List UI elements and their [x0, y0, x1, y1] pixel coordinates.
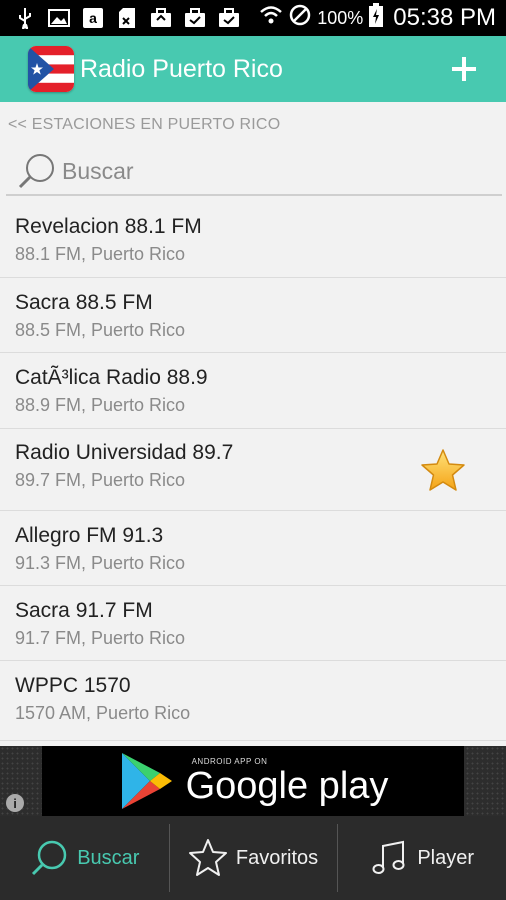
list-item[interactable]: Sacra 88.5 FM 88.5 FM, Puerto Rico — [0, 278, 506, 353]
search-bar — [6, 148, 502, 196]
system-status: 100% 05:38 PM — [259, 3, 506, 33]
nav-label: Favoritos — [235, 846, 319, 869]
image-icon — [48, 7, 70, 29]
nav-favoritos[interactable]: Favoritos — [168, 816, 338, 900]
station-name: Sacra 91.7 FM — [15, 599, 153, 622]
list-item[interactable]: CatÃ³lica Radio 88.9 88.9 FM, Puerto Ric… — [0, 353, 506, 429]
battery-charging-icon — [369, 3, 384, 33]
ad-banner: ANDROID APP ON Google play i — [0, 746, 506, 816]
nav-label: Player — [417, 846, 475, 869]
app-title: Radio Puerto Rico — [80, 54, 283, 83]
music-note-icon — [369, 838, 409, 878]
station-list: Revelacion 88.1 FM 88.1 FM, Puerto Rico … — [0, 202, 506, 746]
svg-text:a: a — [89, 10, 97, 26]
list-item[interactable]: Revelacion 88.1 FM 88.1 FM, Puerto Rico — [0, 202, 506, 278]
station-name: CatÃ³lica Radio 88.9 — [15, 366, 208, 389]
battery-percent: 100% — [317, 7, 364, 28]
bottom-navigation: Buscar Favoritos Player — [0, 816, 506, 900]
station-frequency: 91.7 FM, Puerto Rico — [15, 628, 186, 648]
favorite-star-icon[interactable] — [420, 448, 466, 494]
amazon-icon: a — [82, 7, 104, 29]
info-icon[interactable]: i — [6, 794, 24, 812]
search-icon — [29, 838, 69, 878]
station-frequency: 1570 AM, Puerto Rico — [15, 703, 191, 723]
star-outline-icon — [188, 838, 228, 878]
list-item[interactable]: Radio Universidad 89.7 89.7 FM, Puerto R… — [0, 429, 506, 511]
google-play-ad[interactable]: ANDROID APP ON Google play — [42, 746, 464, 816]
add-station-button[interactable] — [444, 49, 484, 89]
station-frequency: 88.9 FM, Puerto Rico — [15, 395, 186, 415]
no-signal-icon — [289, 4, 311, 32]
sd-card-icon — [116, 7, 138, 29]
station-frequency: 88.5 FM, Puerto Rico — [15, 320, 186, 340]
briefcase-check-icon — [218, 7, 240, 29]
nav-label: Buscar — [77, 846, 140, 869]
station-name: Allegro FM 91.3 — [15, 524, 164, 547]
station-name: WPPC 1570 — [15, 674, 131, 697]
list-item[interactable]: WPPC 1570 1570 AM, Puerto Rico — [0, 661, 506, 741]
back-to-stations-link[interactable]: << ESTACIONES EN PUERTO RICO — [8, 116, 280, 134]
puerto-rico-flag-icon — [28, 46, 74, 92]
briefcase-check-icon — [184, 7, 206, 29]
usb-icon — [14, 7, 36, 29]
list-item[interactable]: Allegro FM 91.3 91.3 FM, Puerto Rico — [0, 511, 506, 586]
station-name: Sacra 88.5 FM — [15, 291, 153, 314]
station-frequency: 88.1 FM, Puerto Rico — [15, 244, 186, 264]
clock: 05:38 PM — [393, 4, 496, 31]
nav-buscar[interactable]: Buscar — [0, 816, 169, 900]
wifi-icon — [259, 5, 283, 31]
station-name: Revelacion 88.1 FM — [15, 215, 202, 238]
ad-main-text: Google play — [185, 764, 389, 807]
app-bar: Radio Puerto Rico — [0, 36, 506, 102]
search-icon — [16, 150, 58, 192]
plus-icon — [452, 57, 476, 81]
station-frequency: 91.3 FM, Puerto Rico — [15, 553, 186, 573]
nav-player[interactable]: Player — [337, 816, 506, 900]
notification-icons: a — [0, 7, 240, 29]
status-bar: a 100% 05:38 PM — [0, 0, 506, 36]
search-input[interactable] — [62, 157, 482, 185]
briefcase-icon — [150, 7, 172, 29]
google-play-logo-icon — [121, 753, 172, 809]
list-item[interactable]: Sacra 91.7 FM 91.7 FM, Puerto Rico — [0, 586, 506, 661]
